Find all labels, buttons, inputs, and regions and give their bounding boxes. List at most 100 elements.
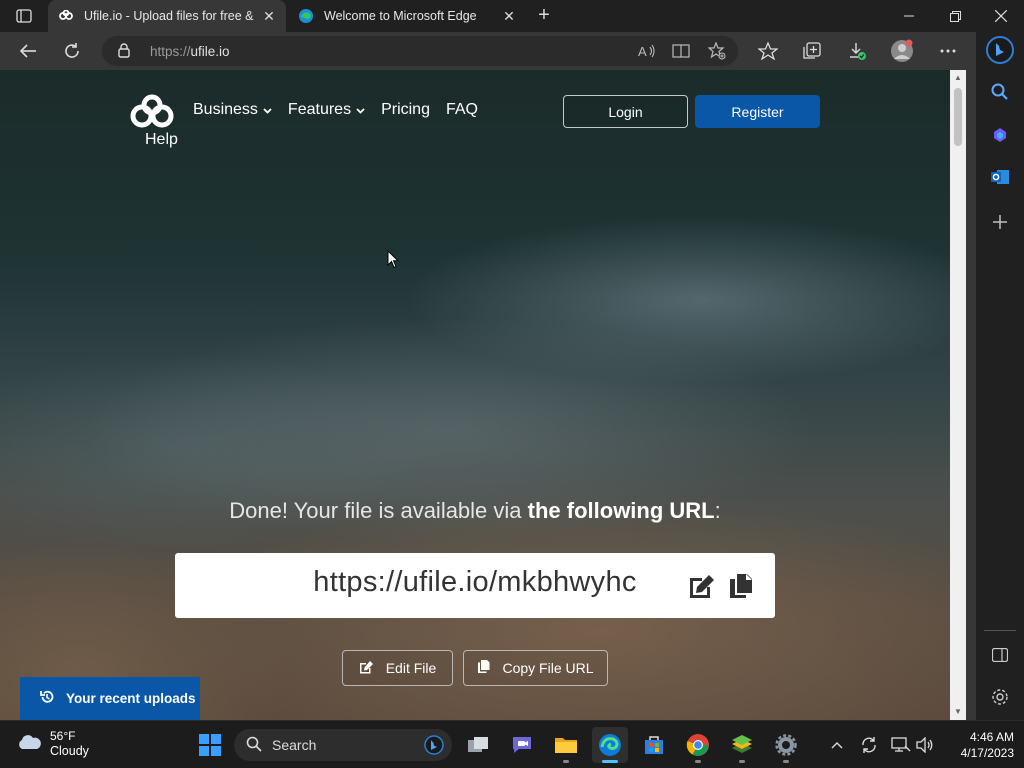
file-url-box[interactable]: https://ufile.io/mkbhwyhc [175,553,775,618]
ufile-logo[interactable] [128,94,176,134]
new-tab-icon[interactable]: + [532,5,556,27]
browser-toolbar: https://ufile.io A [0,32,976,70]
tab-actions-icon[interactable] [10,6,38,26]
sidebar-gap [966,70,976,720]
recent-uploads-label: Your recent uploads [66,691,196,706]
copilot-icon[interactable] [986,121,1014,149]
immersive-reader-icon[interactable] [671,42,691,60]
edit-icon[interactable] [688,573,716,604]
nav-pricing[interactable]: Pricing [381,101,430,119]
chevron-down-icon [263,101,272,119]
tab-ufile[interactable]: Ufile.io - Upload files for free & s ✕ [48,0,286,32]
nav-features[interactable]: Features [288,101,365,119]
copy-file-url-button[interactable]: Copy File URL [463,650,608,686]
address-bar[interactable]: https://ufile.io A [102,36,738,66]
outlook-icon[interactable] [986,163,1014,191]
main-nav: Business Features Pricing FAQ [193,101,478,119]
read-aloud-icon[interactable]: A [637,42,657,60]
weather-widget[interactable]: 56°F Cloudy [16,729,89,759]
weather-condition: Cloudy [50,744,89,758]
close-window-icon[interactable] [978,0,1024,32]
svg-text:A: A [638,44,647,59]
search-icon[interactable] [986,78,1014,106]
title-bar: Ufile.io - Upload files for free & s ✕ W… [0,0,1024,32]
settings-icon[interactable] [768,727,804,763]
restore-icon[interactable] [932,0,978,32]
edit-icon [359,660,374,677]
weather-temperature: 56°F [50,729,76,743]
bluestacks-icon[interactable] [724,727,760,763]
tab-welcome-edge[interactable]: Welcome to Microsoft Edge ✕ [288,0,526,32]
nav-features-label: Features [287,101,352,118]
register-button[interactable]: Register [695,95,820,128]
back-icon[interactable] [13,36,43,66]
volume-icon[interactable] [913,733,937,757]
upload-complete-message: Done! Your file is available via the fol… [229,498,721,523]
add-sidebar-app-icon[interactable] [986,208,1014,236]
sync-icon[interactable] [857,733,881,757]
edit-file-button[interactable]: Edit File [342,650,453,686]
copy-icon [477,659,490,677]
edge-sidebar [976,32,1024,720]
recent-uploads-button[interactable]: Your recent uploads [20,677,200,720]
bing-chat-icon[interactable] [986,36,1014,64]
show-hidden-icons-chevron-icon[interactable] [825,733,849,757]
file-url-text[interactable]: https://ufile.io/mkbhwyhc [175,566,775,599]
sidebar-settings-icon[interactable] [986,683,1014,711]
clock-time: 4:46 AM [969,730,1014,744]
downloads-icon[interactable] [844,38,870,64]
edit-file-label: Edit File [385,660,437,676]
add-favorite-icon[interactable] [707,42,727,60]
network-icon[interactable] [889,733,913,757]
store-icon[interactable] [636,727,672,763]
task-view-icon[interactable] [460,727,496,763]
taskbar-search[interactable]: Search [234,729,452,761]
url-text[interactable]: https://ufile.io [150,44,230,59]
close-tab-icon[interactable]: ✕ [496,3,522,29]
clock-date: 4/17/2023 [960,746,1014,760]
profile-avatar[interactable] [889,38,915,64]
running-indicator [739,760,745,763]
search-placeholder: Search [272,737,317,753]
chrome-icon[interactable] [680,727,716,763]
history-icon [40,690,54,707]
windows-taskbar: 56°F Cloudy Search 4:46 AM 4/17/2023 [0,720,1024,768]
lock-icon[interactable] [118,43,130,63]
tab-title: Welcome to Microsoft Edge [324,9,477,23]
edge-taskbar-icon[interactable] [592,727,628,763]
cloudy-icon [16,733,42,756]
scroll-down-icon[interactable]: ▼ [953,707,963,717]
mouse-cursor-icon [387,249,400,274]
page-viewport: Help Business Features Pricing FAQ Login… [0,70,950,720]
search-icon [246,736,262,755]
sidebar-divider [984,630,1016,631]
chevron-down-icon [356,101,365,119]
copy-icon[interactable] [729,573,753,604]
scroll-thumb[interactable] [954,88,962,146]
refresh-icon[interactable] [57,36,87,66]
running-indicator [563,760,569,763]
edge-favicon-icon [298,8,314,24]
page-scrollbar[interactable]: ▲ ▼ [950,70,966,720]
close-tab-icon[interactable]: ✕ [256,3,282,29]
bing-icon [424,735,444,758]
collections-icon[interactable] [799,38,825,64]
nav-help-link[interactable]: Help [145,131,178,149]
file-explorer-icon[interactable] [548,727,584,763]
minimize-icon[interactable] [886,0,932,32]
more-options-icon[interactable] [935,38,961,64]
start-button[interactable] [192,727,228,763]
nav-business-label: Business [193,101,258,118]
nav-business[interactable]: Business [193,101,272,119]
login-button[interactable]: Login [563,95,688,128]
teams-chat-icon[interactable] [504,727,540,763]
hide-sidebar-icon[interactable] [986,641,1014,669]
favorites-icon[interactable] [755,38,781,64]
ufile-favicon-icon [58,8,74,24]
active-indicator [602,760,618,763]
tab-title: Ufile.io - Upload files for free & s [84,9,256,23]
running-indicator [783,760,789,763]
system-clock[interactable]: 4:46 AM 4/17/2023 [944,729,1014,761]
nav-faq[interactable]: FAQ [446,101,478,119]
scroll-up-icon[interactable]: ▲ [953,73,963,83]
